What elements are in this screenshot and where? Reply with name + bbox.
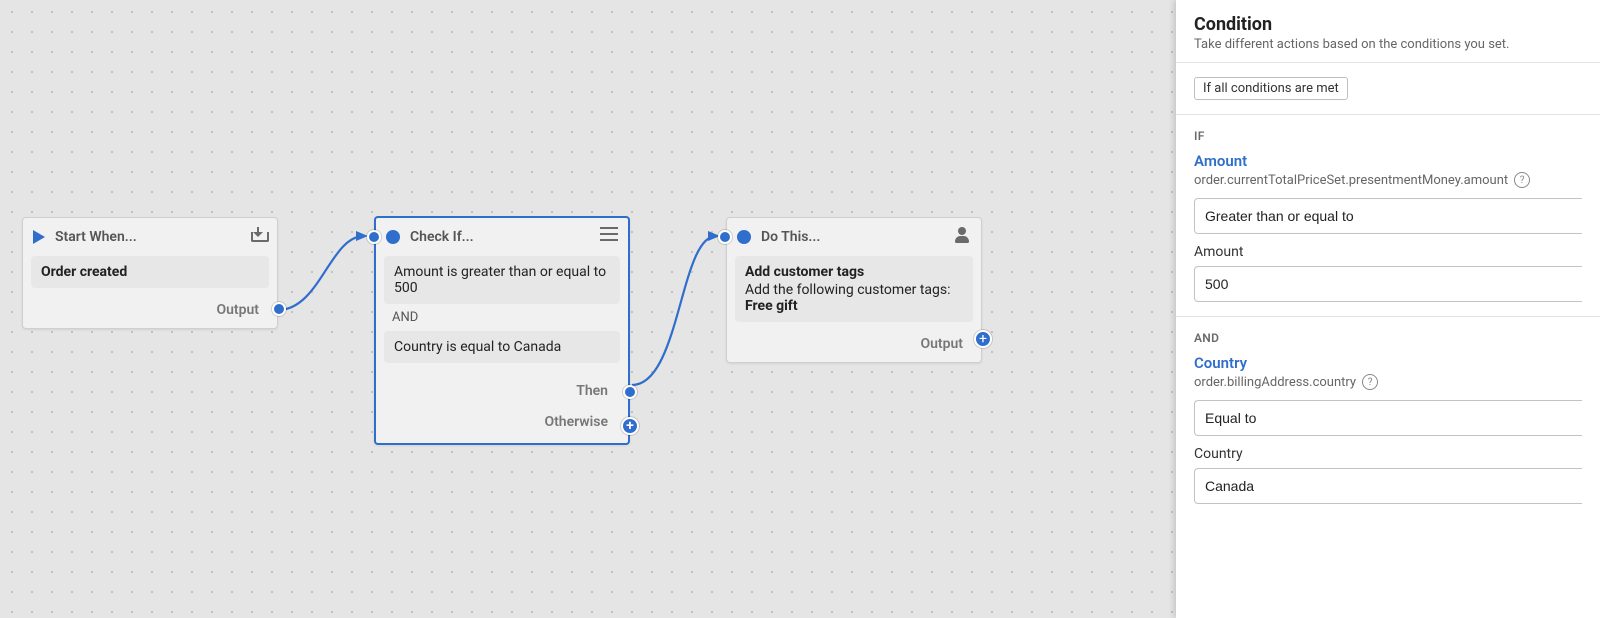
workflow-canvas[interactable]: Start When... Order created Output Check… (0, 0, 1176, 618)
then-row: Then (376, 375, 628, 409)
cond2-value-input[interactable] (1194, 468, 1582, 504)
output-label: Output (920, 336, 963, 352)
port-action-output-add[interactable]: + (974, 330, 992, 348)
sidebar-subtitle: Take different actions based on the cond… (1194, 37, 1582, 52)
port-start-output[interactable] (272, 302, 286, 316)
port-action-in[interactable] (718, 230, 732, 244)
action-block[interactable]: Add customer tags Add the following cust… (735, 256, 973, 322)
node-action-footer: Output (727, 330, 981, 362)
cond2-field-path: order.billingAddress.country ? (1194, 374, 1582, 390)
cond2-field-link[interactable]: Country (1194, 354, 1247, 372)
help-icon[interactable]: ? (1514, 172, 1530, 188)
checklist-icon (600, 227, 618, 247)
node-condition-title: Check If... (410, 229, 600, 245)
play-icon (33, 230, 45, 244)
cond1-field-path: order.currentTotalPriceSet.presentmentMo… (1194, 172, 1582, 188)
trigger-pill[interactable]: Order created (31, 256, 269, 288)
condition-rule-2[interactable]: Country is equal to Canada (384, 331, 620, 363)
node-condition[interactable]: Check If... Amount is greater than or eq… (374, 216, 630, 445)
cond1-field-link[interactable]: Amount (1194, 152, 1247, 170)
node-action[interactable]: Do This... Add customer tags Add the fol… (726, 217, 982, 363)
then-label: Then (576, 383, 608, 399)
person-icon (953, 226, 971, 248)
diamond-icon (386, 230, 400, 244)
sidebar-title: Condition (1194, 14, 1582, 35)
cond2-value-label: Country (1194, 446, 1582, 462)
otherwise-row: Otherwise + (376, 409, 628, 443)
cond2-operator-select[interactable] (1194, 400, 1582, 436)
import-icon[interactable] (249, 226, 267, 248)
help-icon[interactable]: ? (1362, 374, 1378, 390)
output-label: Output (216, 302, 259, 318)
action-tag: Free gift (745, 298, 963, 314)
cond1-operator-select[interactable] (1194, 198, 1582, 234)
action-name: Add customer tags (745, 264, 963, 280)
port-otherwise-add[interactable]: + (621, 417, 639, 435)
and-section-label: AND (1176, 317, 1600, 353)
node-start-footer: Output (23, 296, 277, 328)
condition-sidebar: Condition Take different actions based o… (1176, 0, 1600, 618)
match-mode-chip[interactable]: If all conditions are met (1194, 77, 1348, 100)
port-condition-in[interactable] (367, 230, 381, 244)
node-start-title: Start When... (55, 229, 249, 245)
node-start-header: Start When... (23, 218, 277, 256)
node-action-header: Do This... (727, 218, 981, 256)
otherwise-label: Otherwise (544, 414, 608, 430)
condition-join: AND (384, 308, 620, 331)
cond1-value-input[interactable] (1194, 266, 1582, 302)
sidebar-header: Condition Take different actions based o… (1176, 0, 1600, 63)
action-desc: Add the following customer tags: (745, 282, 963, 298)
if-section-label: IF (1176, 115, 1600, 151)
dot-icon (737, 230, 751, 244)
condition-rule-1[interactable]: Amount is greater than or equal to 500 (384, 256, 620, 304)
node-action-title: Do This... (761, 229, 953, 245)
node-condition-header: Check If... (376, 218, 628, 256)
cond1-value-label: Amount (1194, 244, 1582, 260)
node-start[interactable]: Start When... Order created Output (22, 217, 278, 329)
port-then[interactable] (623, 385, 637, 399)
